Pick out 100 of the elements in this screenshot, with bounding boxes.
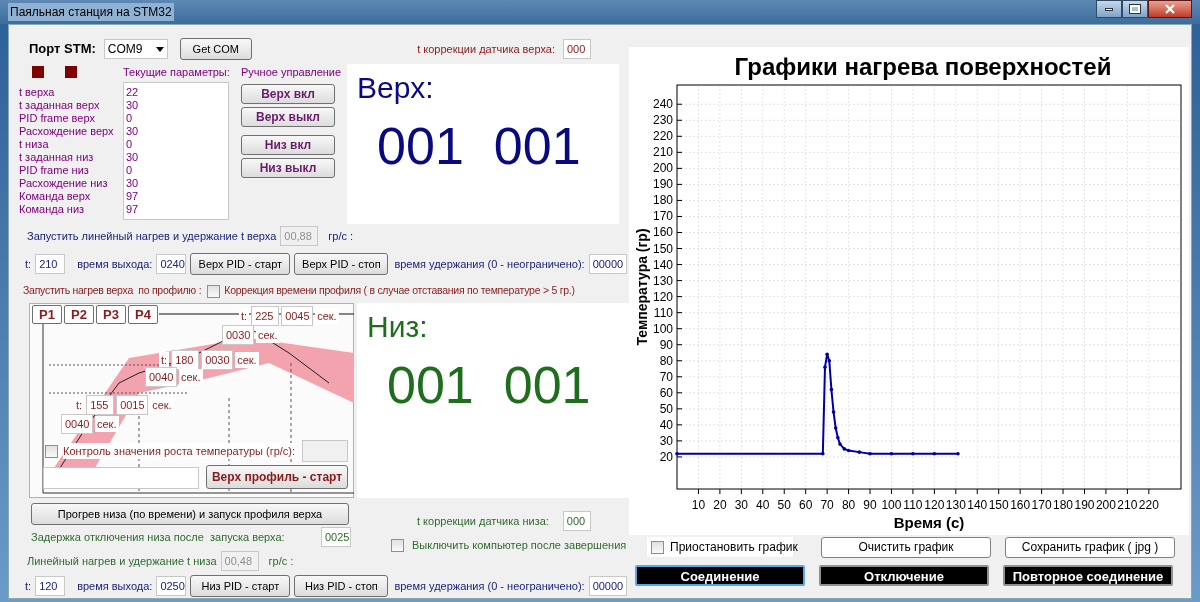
connection-button[interactable]: Отключение bbox=[819, 564, 989, 586]
exit-time-label: время выхода: bbox=[77, 578, 153, 594]
pid-start-button[interactable]: Верх PID - старт bbox=[190, 253, 291, 275]
manual-control-button[interactable]: Верх вкл bbox=[241, 84, 335, 104]
t-label: t: bbox=[25, 256, 32, 272]
parameter-label: Расхождение верх bbox=[19, 125, 115, 138]
maximize-button[interactable] bbox=[1122, 0, 1148, 18]
parameter-label: Расхождение низ bbox=[19, 177, 109, 190]
t-label: t: bbox=[239, 307, 250, 325]
manual-control-button[interactable]: Низ выкл bbox=[241, 158, 335, 178]
x-tick-label: 170 bbox=[1031, 498, 1052, 512]
display-title: Низ: bbox=[367, 309, 429, 345]
y-tick-label: 140 bbox=[652, 257, 673, 272]
x-tick-label: 150 bbox=[988, 498, 1009, 512]
display-value: 001 bbox=[377, 116, 464, 176]
display-value: 001 bbox=[503, 355, 591, 415]
parameter-value: 0 bbox=[126, 112, 134, 125]
delay-label: Задержка отключения низа после запуска верха: bbox=[31, 529, 286, 545]
parameter-value: 0 bbox=[126, 164, 134, 177]
y-tick-label: 20 bbox=[659, 449, 673, 464]
input-field[interactable]: 00000 bbox=[588, 254, 627, 274]
hold-time-label: время удержания (0 - неограничено): bbox=[394, 578, 585, 594]
checkbox[interactable] bbox=[391, 538, 404, 552]
input-field[interactable]: 0015 bbox=[116, 395, 149, 415]
input-field[interactable]: 225 bbox=[251, 306, 280, 326]
input-field[interactable]: 0250 bbox=[156, 576, 187, 596]
y-tick-label: 80 bbox=[659, 353, 673, 368]
pid-start-button[interactable]: Низ PID - старт bbox=[190, 575, 291, 597]
port-select[interactable]: COM9 bbox=[103, 39, 168, 59]
input-field[interactable]: 180 bbox=[171, 350, 200, 370]
manual-control-button[interactable]: Верх выкл bbox=[241, 107, 335, 127]
input-field[interactable]: 0030 bbox=[222, 325, 254, 345]
exit-time-label: время выхода: bbox=[77, 256, 153, 272]
manual-control-header: Ручное управление bbox=[241, 65, 342, 80]
input-field[interactable]: 210 bbox=[35, 254, 66, 274]
parameter-label: Команда низ bbox=[19, 203, 86, 216]
x-tick-label: 190 bbox=[1074, 498, 1095, 512]
input-field[interactable]: 0040 bbox=[145, 367, 177, 387]
input-field[interactable]: 000 bbox=[563, 39, 591, 59]
input-field[interactable]: 0040 bbox=[61, 414, 93, 434]
x-tick-label: 30 bbox=[734, 498, 748, 512]
y-tick-label: 190 bbox=[652, 177, 673, 192]
close-icon bbox=[1165, 4, 1175, 14]
parameter-label: t низа bbox=[19, 138, 50, 151]
chart-action-button[interactable]: Сохранить график ( jpg ) bbox=[1005, 536, 1175, 558]
pause-label: Приостановить график bbox=[670, 539, 798, 556]
display-value: 001 bbox=[493, 116, 581, 176]
input-field[interactable]: 155 bbox=[86, 395, 115, 415]
data-point bbox=[868, 451, 872, 456]
manual-control-button[interactable]: Низ вкл bbox=[241, 135, 335, 155]
y-tick-label: 120 bbox=[652, 289, 673, 304]
parameter-label: PID frame верх bbox=[19, 112, 96, 125]
t-label: t: bbox=[25, 578, 32, 594]
preset-button[interactable]: P3 bbox=[96, 305, 126, 324]
port-label: Порт STM: bbox=[29, 40, 96, 59]
preset-button[interactable]: P2 bbox=[64, 305, 94, 324]
input-field[interactable]: 120 bbox=[35, 576, 66, 596]
y-tick-label: 50 bbox=[659, 401, 673, 416]
checkbox[interactable] bbox=[651, 540, 664, 554]
preset-button[interactable]: P1 bbox=[32, 305, 62, 324]
input-field[interactable]: 0045 bbox=[281, 306, 314, 326]
checkbox[interactable] bbox=[207, 284, 221, 298]
x-tick-label: 60 bbox=[799, 498, 813, 512]
minimize-button[interactable] bbox=[1096, 0, 1122, 18]
parameter-label: t заданная низ bbox=[19, 151, 95, 164]
input-field[interactable] bbox=[43, 467, 199, 489]
preset-button[interactable]: P4 bbox=[128, 305, 158, 324]
input-field[interactable]: 000 bbox=[562, 511, 591, 531]
preheat-button[interactable]: Прогрев низа (по времени) и запуск профиля верха bbox=[31, 503, 349, 525]
data-point bbox=[829, 387, 834, 392]
data-point bbox=[823, 365, 827, 369]
linear-heat-label: Линейный нагрев и удержание t низа bbox=[27, 553, 217, 569]
parameter-value: 97 bbox=[126, 203, 140, 216]
t-label: t: bbox=[159, 351, 170, 369]
y-tick-label: 70 bbox=[659, 369, 673, 384]
profile-start-button[interactable]: Верх профиль - старт bbox=[206, 465, 348, 489]
maximize-icon bbox=[1130, 5, 1140, 13]
input-field[interactable] bbox=[302, 440, 349, 462]
dropdown-arrow-icon bbox=[155, 46, 164, 52]
minimize-icon bbox=[1105, 7, 1113, 11]
get-com-button[interactable]: Get COM bbox=[179, 38, 252, 60]
x-tick-label: 70 bbox=[820, 498, 834, 512]
parameter-value: 30 bbox=[126, 99, 140, 112]
input-field[interactable]: 0025 bbox=[321, 527, 351, 547]
pid-stop-button[interactable]: Низ PID - стоп bbox=[294, 575, 389, 597]
parameter-label: t верха bbox=[19, 86, 56, 99]
connection-button[interactable]: Повторное соединение bbox=[1003, 564, 1173, 586]
close-button[interactable] bbox=[1148, 0, 1192, 18]
y-tick-label: 220 bbox=[652, 129, 673, 144]
display-value: 001 bbox=[387, 355, 474, 415]
connection-button[interactable]: Соединение bbox=[635, 564, 805, 586]
y-tick-label: 60 bbox=[659, 385, 673, 400]
input-field[interactable]: 0240 bbox=[156, 254, 187, 274]
chart-action-button[interactable]: Очистить график bbox=[821, 536, 991, 558]
parameter-value: 97 bbox=[126, 190, 140, 203]
input-field[interactable]: 00000 bbox=[588, 576, 627, 596]
x-tick-label: 130 bbox=[945, 498, 966, 512]
pid-stop-button[interactable]: Верх PID - стоп bbox=[294, 253, 389, 275]
input-field[interactable]: 0030 bbox=[201, 350, 234, 370]
y-tick-label: 130 bbox=[652, 273, 673, 288]
